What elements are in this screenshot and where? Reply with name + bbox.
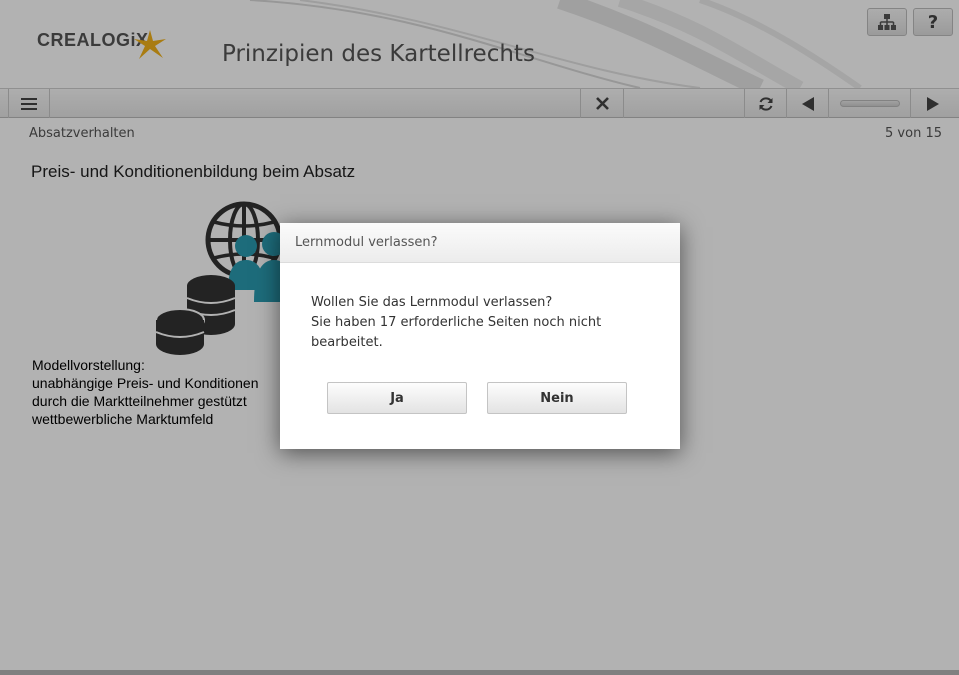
- dialog-header: Lernmodul verlassen?: [280, 223, 680, 263]
- yes-button[interactable]: Ja: [327, 382, 467, 414]
- no-button[interactable]: Nein: [487, 382, 627, 414]
- dialog-message: Wollen Sie das Lernmodul verlassen? Sie …: [311, 293, 651, 353]
- leave-module-dialog: Lernmodul verlassen? Wollen Sie das Lern…: [280, 223, 680, 449]
- dialog-message-line: bearbeitet.: [311, 335, 383, 350]
- dialog-title: Lernmodul verlassen?: [295, 235, 438, 250]
- dialog-message-line: Wollen Sie das Lernmodul verlassen?: [311, 295, 553, 310]
- dialog-message-line: Sie haben 17 erforderliche Seiten noch n…: [311, 315, 602, 330]
